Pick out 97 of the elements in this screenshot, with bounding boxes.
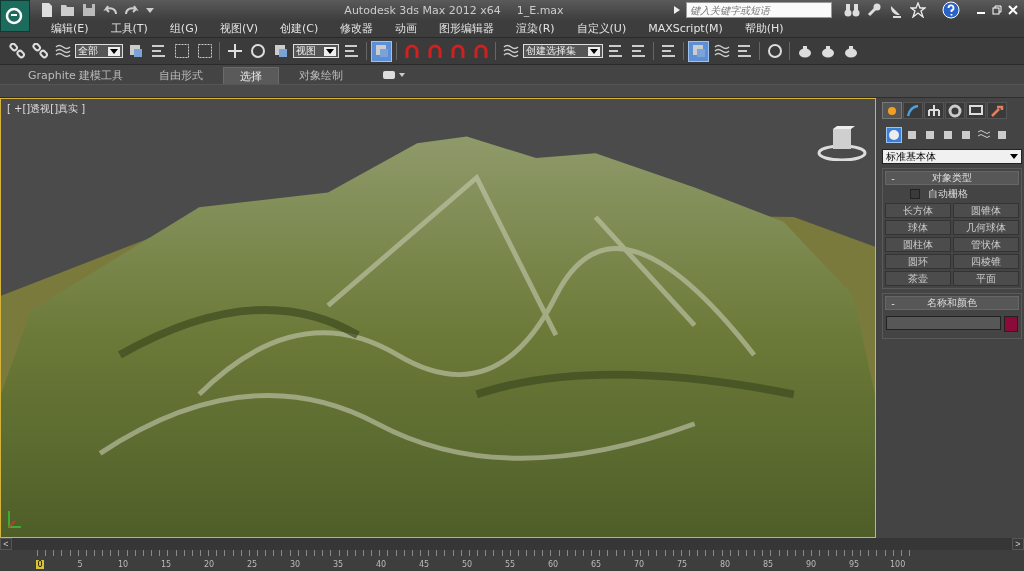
frame-label: 55	[503, 560, 517, 569]
app-logo-icon[interactable]	[0, 0, 30, 32]
help-icon[interactable]	[942, 1, 960, 19]
ribbon-tab[interactable]: 选择	[223, 67, 280, 84]
timeline-ruler[interactable]: 0 5 10 15 20 25 30 35 40 45 50 55 60 65 70 75 80 85 90 95 100	[0, 550, 1024, 571]
frame-label: 35	[331, 560, 345, 569]
viewport[interactable]: [ +[]透视[]真实 ]	[0, 98, 876, 538]
binoculars-icon[interactable]	[844, 3, 860, 17]
frame-label: 70	[632, 560, 646, 569]
ribbon-options-icon[interactable]	[383, 71, 406, 79]
utilities-tab[interactable]	[987, 102, 1007, 119]
frame-label: 20	[202, 560, 216, 569]
primitive-button[interactable]: 平面	[953, 271, 1019, 286]
viewcube-icon[interactable]	[817, 125, 867, 161]
menu-item[interactable]: 工具(T)	[99, 21, 159, 36]
wrench-icon[interactable]	[866, 2, 882, 18]
frame-label: 100	[890, 560, 904, 569]
menu-item[interactable]: 动画	[384, 21, 429, 36]
move-icon	[226, 43, 243, 59]
primitive-button[interactable]: 圆锥体	[953, 203, 1019, 218]
dropdown-caret-icon	[108, 46, 120, 56]
toolbar-dropdown[interactable]: 全部	[75, 44, 123, 58]
frame-label: 80	[718, 560, 732, 569]
frame-label: 25	[245, 560, 259, 569]
menu-item[interactable]: 编辑(E)	[40, 21, 100, 36]
menu-item[interactable]: MAXScript(M)	[637, 22, 734, 35]
frame-label: 95	[847, 560, 861, 569]
menu-item[interactable]: 视图(V)	[208, 21, 270, 36]
dropdown-caret-icon[interactable]	[146, 6, 154, 14]
geometry-button[interactable]	[886, 127, 902, 143]
viewport-label[interactable]: [ +[]透视[]真实 ]	[7, 102, 86, 116]
axis-tripod-icon	[5, 509, 23, 531]
utilities-icon	[990, 103, 1004, 118]
rectangle-selection-icon	[173, 43, 190, 59]
toolbar-dropdown[interactable]: 创建选择集	[523, 44, 603, 58]
app-title: Autodesk 3ds Max 2012 x64	[344, 3, 501, 17]
link-icon	[8, 43, 25, 59]
snap-icon	[403, 43, 420, 59]
undo-icon[interactable]	[102, 4, 118, 16]
menu-item[interactable]: 图形编辑器	[428, 21, 506, 36]
toolbar-dropdown[interactable]: 视图	[293, 44, 339, 58]
new-file-icon[interactable]	[40, 2, 54, 18]
frame-label: 60	[546, 560, 560, 569]
open-folder-icon[interactable]	[60, 3, 76, 17]
frame-label: 5	[76, 560, 84, 569]
expand-arrow-icon[interactable]	[674, 6, 680, 14]
frame-label: 10	[116, 560, 130, 569]
rotate-icon	[249, 43, 266, 59]
create-tab[interactable]	[882, 102, 902, 119]
ribbon-tab[interactable]: 对象绘制	[283, 67, 360, 84]
redo-icon[interactable]	[124, 4, 140, 16]
geometry-icon	[888, 129, 900, 141]
frame-label: 45	[417, 560, 431, 569]
primitive-button[interactable]: 球体	[885, 220, 951, 235]
primitive-button[interactable]: 长方体	[885, 203, 951, 218]
primitive-button[interactable]: 四棱锥	[953, 254, 1019, 269]
file-name: 1_E.max	[516, 3, 564, 17]
primitive-button[interactable]: 管状体	[953, 237, 1019, 252]
dropdown-caret-icon	[588, 46, 600, 56]
color-swatch[interactable]	[1004, 316, 1018, 332]
frame-label: 0	[36, 560, 44, 569]
menu-item[interactable]: 渲染(R)	[505, 21, 566, 36]
window-crossing-icon	[196, 43, 213, 59]
object-category-dropdown[interactable]: 标准基本体	[882, 149, 1022, 164]
frame-label: 85	[761, 560, 775, 569]
primitive-button[interactable]: 圆环	[885, 254, 951, 269]
rollout-header[interactable]: - 名称和颜色	[885, 296, 1019, 310]
object-name-field[interactable]	[886, 316, 1001, 330]
dropdown-caret-icon	[1010, 154, 1018, 159]
menu-item[interactable]: 帮助(H)	[733, 21, 795, 36]
menu-item[interactable]: 创建(C)	[269, 21, 330, 36]
save-icon[interactable]	[82, 3, 96, 17]
ribbon-tab[interactable]: Graphite 建模工具	[12, 67, 140, 84]
frame-label: 90	[804, 560, 818, 569]
frame-label: 15	[159, 560, 173, 569]
restore-icon[interactable]	[992, 5, 1002, 15]
frame-label: 40	[374, 560, 388, 569]
frame-label: 65	[589, 560, 603, 569]
menu-item[interactable]: 组(G)	[158, 21, 209, 36]
close-icon[interactable]	[1008, 5, 1018, 15]
primitive-button[interactable]: 茶壶	[885, 271, 951, 286]
previous-frame-button[interactable]: <	[0, 538, 12, 550]
frame-label: 75	[675, 560, 689, 569]
primitive-button[interactable]: 圆柱体	[885, 237, 951, 252]
primitive-button[interactable]: 几何球体	[953, 220, 1019, 235]
star-icon[interactable]	[910, 2, 926, 18]
dropdown-caret-icon	[324, 46, 336, 56]
ribbon-tab[interactable]: 自由形式	[143, 67, 220, 84]
rollout-header[interactable]: - 对象类型	[885, 171, 1019, 185]
unlink-icon	[31, 43, 48, 59]
next-frame-button[interactable]: >	[1012, 538, 1024, 550]
menu-item[interactable]: 自定义(U)	[565, 21, 638, 36]
menu-item[interactable]: 修改器	[329, 21, 385, 36]
frame-label: 30	[288, 560, 302, 569]
search-field[interactable]: 键入关键字或短语	[686, 2, 832, 18]
frame-label: 50	[460, 560, 474, 569]
autogrid-checkbox[interactable]: 自动栅格	[885, 187, 1019, 201]
